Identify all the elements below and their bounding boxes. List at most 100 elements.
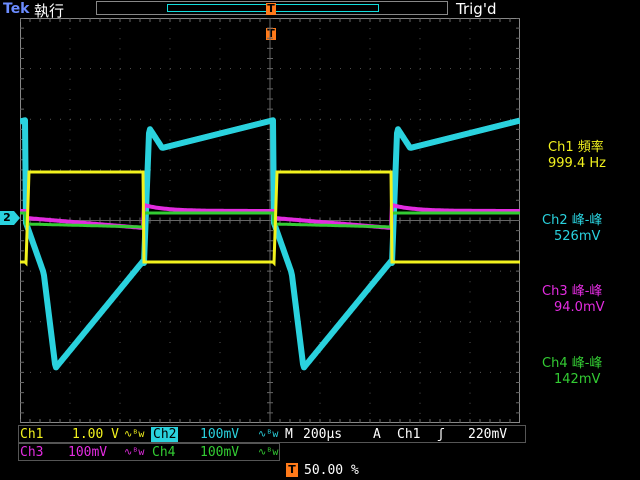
grid-dot <box>219 190 221 192</box>
grid-dot <box>190 169 191 171</box>
grid-dot <box>460 169 461 171</box>
grid-dot <box>469 200 471 202</box>
grid-dot <box>100 270 101 272</box>
grid-dot <box>480 270 481 272</box>
grid-dot <box>119 109 121 111</box>
grid-dot <box>350 270 351 272</box>
grid-dot <box>150 270 151 272</box>
grid-dot <box>319 331 321 333</box>
grid-dot <box>419 129 421 131</box>
grid-dot <box>369 159 371 161</box>
oscilloscope-screen: Tek 執行 Trig'd T T 2 Ch1 頻率 999.4 Hz Ch2 … <box>0 0 640 480</box>
grid-dot <box>210 321 211 323</box>
ch2-ground-marker[interactable]: 2 <box>0 211 14 225</box>
grid-dot <box>240 68 241 70</box>
grid-dot <box>380 169 381 171</box>
grid-dot <box>310 270 311 272</box>
meas-ch1-title: Ch1 頻率 <box>548 140 604 155</box>
grid-dot <box>210 118 211 120</box>
grid-dot <box>80 118 81 120</box>
grid-dot <box>369 250 371 252</box>
grid-dot <box>69 281 71 283</box>
grid-dot <box>240 118 241 120</box>
grid-dot <box>300 270 301 272</box>
grid-dot <box>69 210 71 212</box>
grid-dot <box>180 270 181 272</box>
grid-dot <box>69 58 71 60</box>
grid-dot <box>140 321 141 323</box>
grid-dot <box>119 402 121 404</box>
grid-dot <box>119 159 121 161</box>
grid-dot <box>319 159 321 161</box>
grid-dot <box>69 28 71 30</box>
grid-dot <box>419 48 421 50</box>
grid-dot <box>169 139 171 141</box>
grid-dot <box>320 371 321 373</box>
grid-dot <box>370 321 371 323</box>
grid-dot <box>360 270 361 272</box>
grid-dot <box>369 240 371 242</box>
grid-dot <box>419 38 421 40</box>
grid-dot <box>69 311 71 313</box>
grid-dot <box>169 392 171 394</box>
grid-dot <box>130 371 131 373</box>
grid-dot <box>200 270 201 272</box>
grid-dot <box>119 210 121 212</box>
grid-dot <box>419 240 421 242</box>
grid-dot <box>419 99 421 100</box>
grid-dot <box>210 371 211 373</box>
grid-dot <box>419 58 421 60</box>
grid-dot <box>69 331 71 333</box>
grid-dot <box>500 270 501 272</box>
grid-dot <box>419 88 421 90</box>
grid-dot <box>350 371 351 373</box>
grid-dot <box>169 48 171 50</box>
grid-dot <box>210 68 211 70</box>
grid-dot <box>380 371 381 373</box>
grid-dot <box>369 28 371 30</box>
grid-dot <box>469 149 471 151</box>
grid-dot <box>119 412 121 414</box>
grid-dot <box>219 78 221 80</box>
grid-dot <box>420 169 421 171</box>
grid-dot <box>100 371 101 373</box>
grid-dot <box>469 99 471 100</box>
grid-dot <box>219 28 221 30</box>
grid-dot <box>420 68 421 70</box>
grid-dot <box>280 118 281 120</box>
grid-dot <box>340 68 341 70</box>
grid-dot <box>469 311 471 313</box>
grid-dot <box>69 78 71 80</box>
grid-dot <box>40 118 41 120</box>
grid-dot <box>319 230 321 232</box>
grid-dot <box>500 118 501 120</box>
grid-dot <box>469 342 471 343</box>
status-bar: Tek 執行 Trig'd <box>0 0 640 20</box>
trigger-position-value[interactable]: 50.00 % <box>304 463 359 478</box>
graticule-grid <box>20 18 520 423</box>
trigger-position-icon: T <box>286 463 298 477</box>
grid-dot <box>370 371 371 373</box>
grid-dot <box>369 139 371 141</box>
grid-dot <box>369 230 371 232</box>
grid-dot <box>480 321 481 323</box>
grid-dot <box>320 169 321 171</box>
grid-dot <box>119 38 121 40</box>
grid-dot <box>69 99 71 100</box>
grid-dot <box>30 371 31 373</box>
grid-dot <box>60 270 61 272</box>
grid-dot <box>319 38 321 40</box>
grid-dot <box>120 371 121 373</box>
trigger-position-marker-top[interactable]: T <box>266 3 276 15</box>
grid-dot <box>240 371 241 373</box>
grid-dot <box>369 149 371 151</box>
grid-dot <box>150 321 151 323</box>
grid-dot <box>419 200 421 202</box>
grid-dot <box>469 109 471 111</box>
grid-dot <box>230 118 231 120</box>
grid-dot <box>130 68 131 70</box>
grid-dot <box>350 118 351 120</box>
trigger-status: Trig'd <box>456 0 497 18</box>
grid-dot <box>250 169 251 171</box>
grid-dot <box>469 392 471 394</box>
